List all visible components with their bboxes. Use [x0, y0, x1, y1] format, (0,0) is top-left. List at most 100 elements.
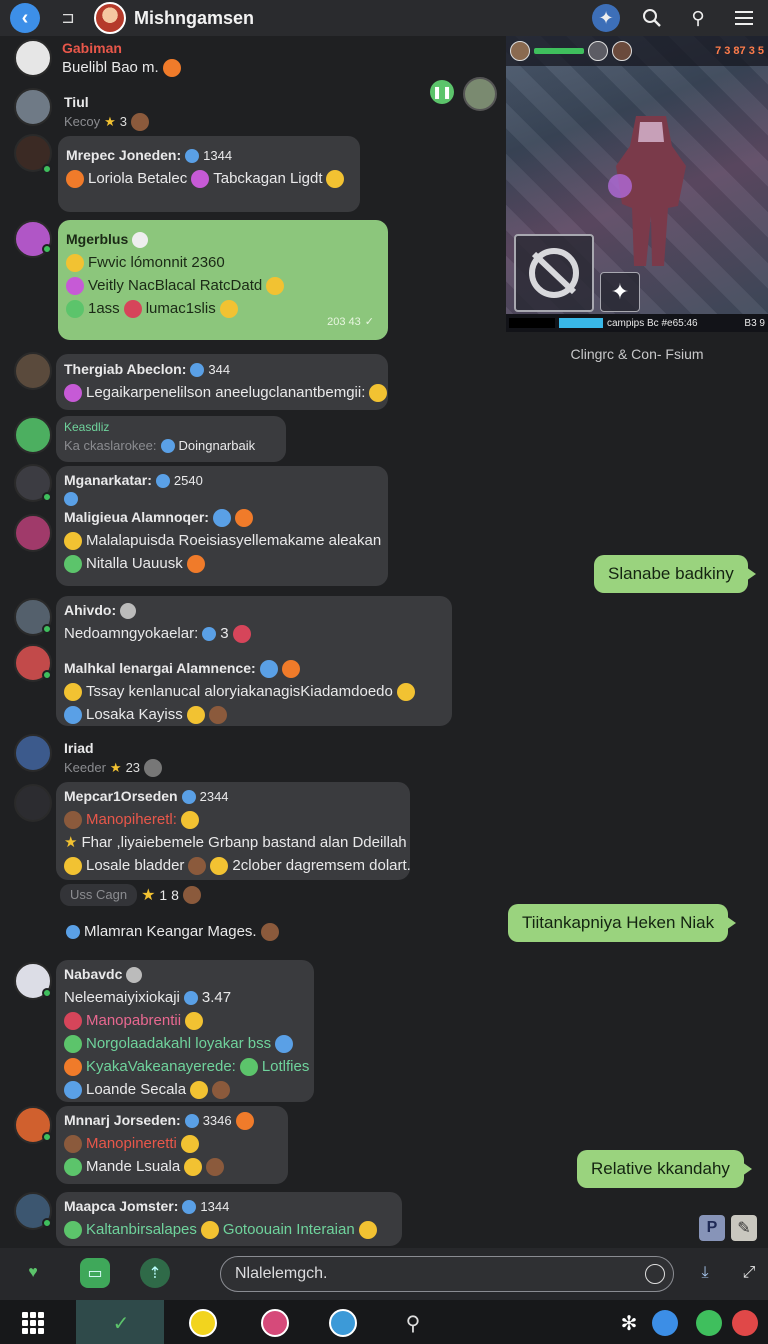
pause-icon[interactable]: ❚❚ [430, 80, 454, 104]
mana-bar [559, 318, 603, 328]
message-text: Ka ckaslarokee: [64, 438, 157, 453]
emoji-icon [66, 253, 84, 272]
emoji-icon [66, 276, 84, 295]
message-bubble[interactable]: Mganarkatar: 2540 Maligieua Alamnoqer: Ma… [56, 466, 388, 586]
emoji-icon [64, 492, 78, 506]
download-icon[interactable]: ⤓ [690, 1258, 720, 1288]
skill-button[interactable] [514, 234, 594, 312]
sender-name[interactable]: Mgerblus [66, 228, 128, 251]
message-text: 1ass [88, 300, 120, 317]
end-call-icon[interactable] [728, 1306, 762, 1340]
sender-name[interactable]: Mnnarj Jorseden: [64, 1109, 181, 1132]
sender-name[interactable]: Mganarkatar: [64, 469, 152, 492]
message-bubble[interactable]: Mgerblus Fwvic lómonnit 2360 Veitly NacB… [58, 220, 388, 340]
sender-name[interactable]: Gabiman [62, 38, 181, 58]
smiley-icon[interactable] [186, 1306, 220, 1340]
friend-avatar[interactable] [326, 1306, 360, 1340]
message-bubble[interactable]: Nabavdc Neleemaiyixiokaji 3.47 Manopabren… [56, 960, 314, 1102]
message-input-text[interactable]: Nlalelemgch. [235, 1265, 327, 1283]
search-icon[interactable] [638, 4, 666, 32]
pin-icon[interactable]: ⚲ [684, 4, 712, 32]
message-time: 203 43 [327, 316, 361, 328]
profile-avatar[interactable] [258, 1306, 292, 1340]
skill-button[interactable]: ✦ [600, 272, 640, 312]
outgoing-message[interactable]: Slanabe badkiny [594, 555, 756, 593]
sender-name[interactable]: Mepcar1Orseden [64, 785, 178, 808]
message-bubble[interactable]: Mnnarj Jorseden: 3346 Manopineretti Mande… [56, 1106, 288, 1184]
sender-name[interactable]: Tiul [64, 92, 149, 112]
badge-icon [184, 1113, 199, 1128]
message: Mlamran Keangar Mages. [66, 922, 279, 942]
emoji-icon [369, 383, 388, 402]
message-bubble[interactable]: Keasdliz Ka ckaslarokee: Doingnarbaik [56, 416, 286, 462]
rocket-icon[interactable]: ✦ [592, 4, 620, 32]
avatar[interactable] [463, 77, 497, 111]
settings-gear-icon[interactable]: ✻ [612, 1306, 646, 1340]
sender-name[interactable]: Ahivdo: [64, 599, 116, 622]
avatar[interactable] [14, 352, 52, 390]
expand-icon[interactable]: ⤢ [734, 1258, 764, 1288]
avatar[interactable] [14, 416, 52, 454]
upload-icon[interactable]: ⇡ [140, 1258, 170, 1288]
apps-grid-icon[interactable] [16, 1306, 50, 1340]
emoji-icon [182, 886, 201, 904]
message-text: Tssay kenlanucal aloryiakanagisKiadamdoe… [86, 683, 393, 700]
outgoing-message[interactable]: Relative kkandahy [577, 1150, 752, 1188]
message-bubble[interactable]: Maapca Jomster: 1344 Kaltanbirsalapes Goto… [56, 1192, 402, 1246]
game-stream-preview[interactable]: 7 3 87 3 5 ✦ campips Bc #e65:46 B3 9 [506, 36, 768, 332]
message-list[interactable]: Gabiman Buelibl Bao m. ❚❚ Tiul Kecoy ★ 3 M… [0, 36, 500, 1248]
badge-count: 3 [119, 114, 128, 129]
avatar[interactable] [14, 88, 52, 126]
hamburger-menu-icon[interactable] [730, 4, 758, 32]
avatar[interactable] [14, 39, 52, 77]
avatar[interactable] [14, 784, 52, 822]
emoji-icon [219, 299, 238, 318]
message-text: Nitalla Uauusk [86, 555, 183, 572]
message-input[interactable]: Nlalelemgch. [220, 1256, 674, 1292]
outgoing-message[interactable]: Tiitankapniya Heken Niak [508, 904, 737, 942]
sender-name[interactable]: Thergiab Abeclon: [64, 358, 186, 381]
sender-name[interactable]: Maapca Jomster: [64, 1195, 178, 1218]
chat-avatar[interactable] [94, 2, 126, 34]
sender-name[interactable]: Keasdliz [64, 418, 278, 436]
message-text: Kaltanbirsalapes [86, 1221, 197, 1238]
message-text: Manopiheretl: [86, 811, 177, 828]
message-text: Tabckagan Ligdt [213, 170, 323, 187]
sender-name[interactable]: Iriad [64, 738, 162, 758]
message-bubble[interactable]: Mepcar1Orseden 2344 Manopiheretl: ★ Fhar ,… [56, 782, 411, 880]
user-status[interactable]: Uss Cagn [60, 884, 138, 906]
emoji-icon [64, 1157, 82, 1176]
emoji-icon [64, 682, 82, 701]
refresh-icon[interactable] [692, 1306, 726, 1340]
emoji-icon [186, 705, 205, 724]
p-button[interactable]: P [699, 1215, 725, 1241]
avatar[interactable] [14, 734, 52, 772]
player-avatar [510, 41, 530, 61]
heart-chat-icon[interactable]: ♥ [18, 1258, 48, 1288]
top-bar: ‹ ⊐ Mishngamsen ✦ ⚲ [0, 0, 768, 36]
sender-name[interactable]: Mrepec Joneden: [66, 144, 181, 167]
toggle-icon[interactable]: ⊐ [56, 6, 80, 30]
back-button[interactable]: ‹ [10, 3, 40, 33]
chat-title[interactable]: Mishngamsen [134, 8, 254, 29]
emoji-icon [191, 169, 210, 188]
game-controller-icon[interactable]: ✓ [104, 1306, 138, 1340]
emoji-picker-icon[interactable] [645, 1264, 665, 1284]
emoji-icon [183, 990, 198, 1005]
search-tool-icon[interactable]: ⚲ [396, 1306, 430, 1340]
user-status: Kecoy [64, 114, 101, 129]
message-bubble[interactable]: Mrepec Joneden: 1344 Loriola Betalec Tabck… [58, 136, 360, 212]
online-indicator [42, 244, 52, 254]
message-bubble[interactable]: Ahivdo: Nedoamngyokaelar: 3 Malhkal lenar… [56, 596, 452, 726]
badge-icon [120, 602, 137, 619]
pen-icon[interactable]: ✎ [731, 1215, 757, 1241]
message-bubble[interactable]: Thergiab Abeclon: 344 Legaikarpenelilson … [56, 354, 388, 410]
emoji-icon [239, 1057, 258, 1076]
emoji-icon [162, 59, 181, 77]
clipboard-icon[interactable]: ▭ [80, 1258, 110, 1288]
avatar[interactable] [14, 514, 52, 552]
sender-name[interactable]: Nabavdc [64, 963, 122, 986]
emoji-icon [259, 659, 278, 678]
connection-icon[interactable] [648, 1306, 682, 1340]
badge-icon [190, 362, 205, 377]
